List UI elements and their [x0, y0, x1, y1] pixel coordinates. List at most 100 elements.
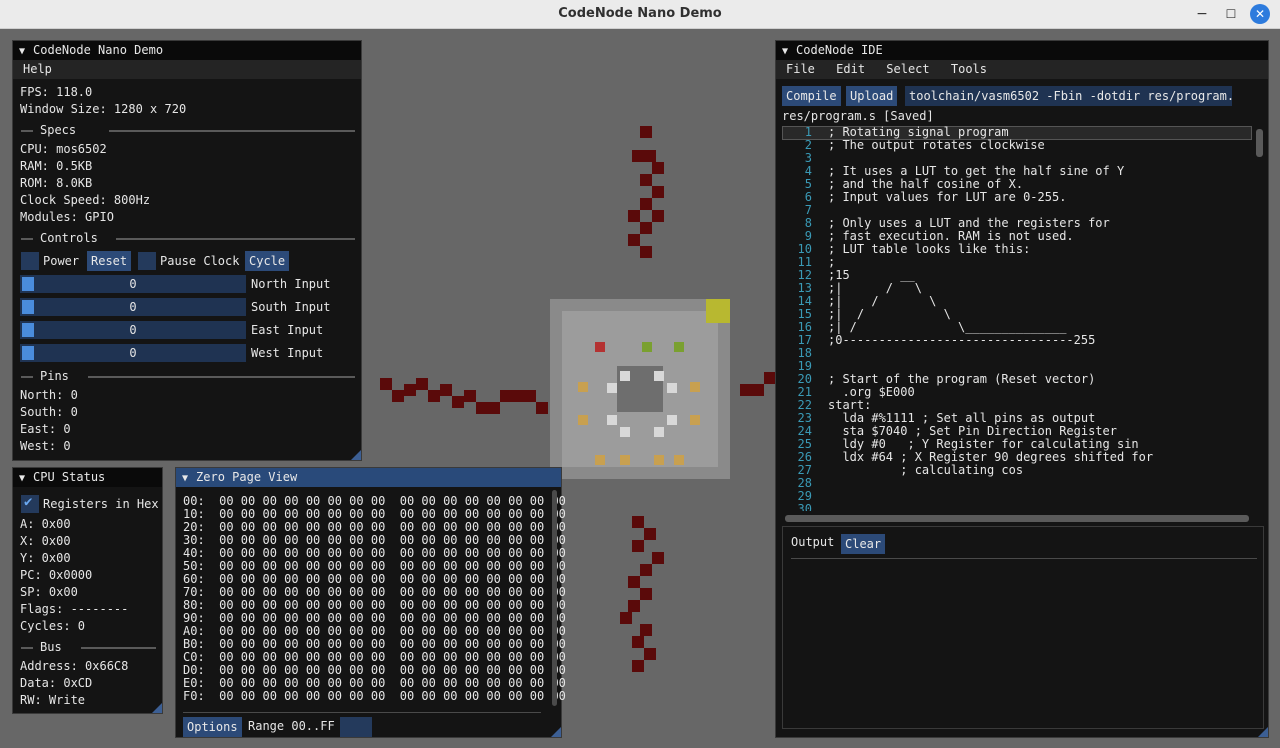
- east-input-slider[interactable]: 0: [20, 321, 246, 339]
- controls-header: Controls: [40, 231, 98, 245]
- wire-segment: [512, 390, 524, 402]
- code-line[interactable]: 27 ; calculating cos: [782, 464, 1252, 477]
- slider-value: 0: [129, 323, 137, 337]
- zero-page-window[interactable]: ▼ Zero Page View 00: 00 00 00 00 00 00 00…: [175, 467, 566, 738]
- output-label: Output: [791, 535, 835, 549]
- north-input-slider[interactable]: 0: [20, 275, 246, 293]
- register-sp: SP: 0x00: [20, 585, 78, 599]
- resize-grip[interactable]: [152, 703, 162, 713]
- ide-menubar: File Edit Select Tools: [776, 60, 1268, 79]
- range-input[interactable]: [340, 717, 372, 737]
- zero-page-title[interactable]: ▼ Zero Page View: [176, 468, 561, 487]
- chip-led: [654, 371, 664, 381]
- demo-menubar: Help: [13, 60, 361, 79]
- menu-select[interactable]: Select: [886, 62, 929, 76]
- clear-button[interactable]: Clear: [841, 534, 886, 554]
- collapse-icon[interactable]: ▼: [19, 42, 25, 61]
- wire-segment: [652, 186, 664, 198]
- code-line[interactable]: 10; LUT table looks like this:: [782, 243, 1252, 256]
- wire-segment: [464, 390, 476, 402]
- editor-vscrollbar[interactable]: [1256, 129, 1263, 157]
- wire-segment: [640, 564, 652, 576]
- wire-segment: [652, 552, 664, 564]
- register-y: Y: 0x00: [20, 551, 71, 565]
- line-text: start:: [828, 398, 872, 412]
- compile-button[interactable]: Compile: [782, 86, 841, 106]
- code-line[interactable]: 29: [782, 490, 1252, 503]
- maximize-icon[interactable]: ☐: [1221, 4, 1241, 24]
- hex-footer-divider: [183, 712, 541, 713]
- demo-window[interactable]: ▼ CodeNode Nano Demo Help FPS: 118.0 Wind…: [12, 40, 362, 461]
- os-title-bar: CodeNode Nano Demo − ☐ ✕: [0, 0, 1280, 29]
- options-button[interactable]: Options: [183, 717, 242, 737]
- demo-window-title[interactable]: ▼ CodeNode Nano Demo: [13, 41, 361, 60]
- command-input[interactable]: toolchain/vasm6502 -Fbin -dotdir res/pro…: [905, 86, 1232, 106]
- chip-led: [654, 455, 664, 465]
- hex-scrollbar[interactable]: [552, 490, 557, 706]
- east-input-label: East Input: [251, 323, 324, 337]
- code-line[interactable]: 18: [782, 347, 1252, 360]
- line-text: ;| / \______________: [828, 320, 1067, 334]
- menu-file[interactable]: File: [786, 62, 815, 76]
- chip-led: [690, 415, 700, 425]
- line-text: ; Input values for LUT are 0-255.: [828, 190, 1067, 204]
- wire-segment: [632, 636, 644, 648]
- editor-hscrollbar[interactable]: [785, 515, 1249, 522]
- codenode-chip[interactable]: [550, 299, 730, 479]
- wire-segment: [644, 150, 656, 162]
- code-line[interactable]: 30: [782, 503, 1252, 512]
- register-x: X: 0x00: [20, 534, 71, 548]
- spec-rom: ROM: 8.0KB: [20, 176, 93, 190]
- code-editor[interactable]: 1; Rotating signal program 2; The output …: [782, 126, 1252, 511]
- cpu-status-window[interactable]: ▼ CPU Status ✔ Registers in Hex A: 0x00 X…: [12, 467, 163, 714]
- pause-clock-checkbox[interactable]: [138, 252, 156, 270]
- line-text: ; The output rotates clockwise: [828, 138, 1045, 152]
- wire-segment: [628, 576, 640, 588]
- code-line[interactable]: 2; The output rotates clockwise: [782, 139, 1252, 152]
- power-checkbox[interactable]: [21, 252, 39, 270]
- chip-led: [690, 382, 700, 392]
- line-text: ldy #0 ; Y Register for calculating sin: [828, 437, 1139, 451]
- line-text: ;15 __: [828, 268, 915, 282]
- ide-title-text: CodeNode IDE: [796, 43, 883, 57]
- window-size-readout: Window Size: 1280 x 720: [20, 102, 187, 116]
- wire-segment: [488, 402, 500, 414]
- west-input-slider[interactable]: 0: [20, 344, 246, 362]
- chip-led: [578, 382, 588, 392]
- menu-edit[interactable]: Edit: [836, 62, 865, 76]
- chip-led: [595, 342, 605, 352]
- zero-page-title-text: Zero Page View: [196, 470, 298, 484]
- code-line[interactable]: 6; Input values for LUT are 0-255.: [782, 191, 1252, 204]
- chip-led: [667, 415, 677, 425]
- spec-modules: Modules: GPIO: [20, 210, 114, 224]
- code-line[interactable]: 17 ;0--------------------------------255: [782, 334, 1252, 347]
- collapse-icon[interactable]: ▼: [182, 469, 188, 488]
- upload-button[interactable]: Upload: [846, 86, 898, 106]
- code-line[interactable]: 28: [782, 477, 1252, 490]
- output-divider: [791, 558, 1257, 559]
- resize-grip[interactable]: [1258, 727, 1268, 737]
- hex-checkbox[interactable]: ✔: [21, 494, 39, 513]
- minimize-icon[interactable]: −: [1192, 4, 1212, 24]
- chip-led: [607, 415, 617, 425]
- hex-row: F0: 00 00 00 00 00 00 00 00 00 00 00 00 …: [183, 689, 566, 703]
- line-text: lda #%1111 ; Set all pins as output: [828, 411, 1096, 425]
- menu-help[interactable]: Help: [23, 62, 52, 76]
- reset-button[interactable]: Reset: [87, 251, 132, 271]
- resize-grip[interactable]: [551, 727, 561, 737]
- cpu-status-title[interactable]: ▼ CPU Status: [13, 468, 162, 487]
- collapse-icon[interactable]: ▼: [19, 469, 25, 488]
- wire-segment: [644, 648, 656, 660]
- close-icon[interactable]: ✕: [1250, 4, 1270, 24]
- line-text: ;0--------------------------------255: [828, 333, 1096, 347]
- ide-window[interactable]: ▼ CodeNode IDE File Edit Select Tools Com…: [775, 40, 1269, 738]
- ide-window-title[interactable]: ▼ CodeNode IDE: [776, 41, 1268, 60]
- menu-tools[interactable]: Tools: [951, 62, 987, 76]
- collapse-icon[interactable]: ▼: [782, 42, 788, 61]
- cycle-button[interactable]: Cycle: [245, 251, 290, 271]
- wire-segment: [644, 528, 656, 540]
- south-input-slider[interactable]: 0: [20, 298, 246, 316]
- resize-grip[interactable]: [351, 450, 361, 460]
- register-pc: PC: 0x0000: [20, 568, 93, 582]
- wire-segment: [380, 378, 392, 390]
